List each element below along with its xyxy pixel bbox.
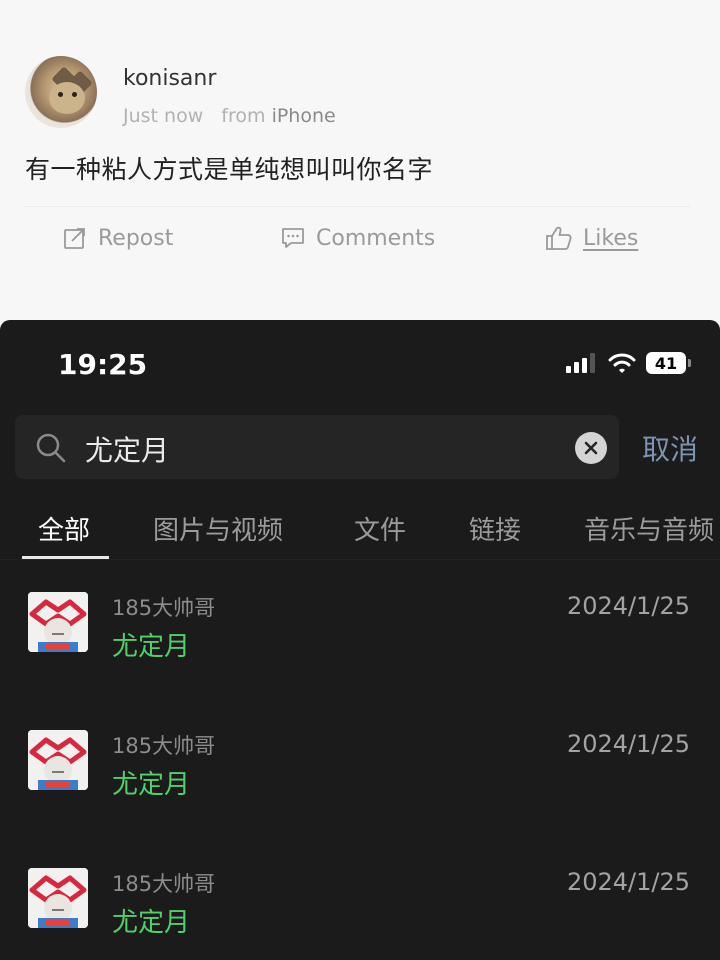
comments-label: Comments [316,225,436,251]
message-match: 尤定月 [112,770,191,800]
post-source-prefix: from [221,105,266,127]
sender-name: 185大帅哥 [112,596,216,620]
sender-avatar [28,592,88,652]
message-match: 尤定月 [112,632,191,662]
username[interactable]: konisanr [123,66,216,91]
filter-tabs: 全部 图片与视频 文件 链接 音乐与音频 [0,510,720,558]
sender-name: 185大帅哥 [112,734,216,758]
post-time: Just now [123,105,204,127]
repost-label: Repost [98,225,174,251]
list-item[interactable]: 185大帅哥 尤定月 2024/1/25 [0,730,720,850]
embedded-phone-screenshot: 19:25 41 尤定月 取消 全部 图片与视频 文件 链接 音乐与音频 185… [0,320,720,960]
cellular-signal-icon [566,353,595,373]
clear-search-button[interactable] [575,432,607,464]
tabs-divider [0,559,720,560]
search-input[interactable]: 尤定月 [15,415,619,479]
thumbs-up-icon [546,226,572,250]
close-icon [584,441,598,455]
search-icon [36,433,66,463]
battery-level: 41 [654,353,678,373]
comments-button[interactable]: Comments [280,222,435,254]
status-time: 19:25 [58,348,148,381]
divider [25,206,690,207]
sender-avatar [28,868,88,928]
repost-button[interactable]: Repost [62,222,173,254]
post-text: 有一种粘人方式是单纯想叫叫你名字 [25,155,434,184]
status-icons: 41 [566,352,691,374]
likes-button[interactable]: Likes [545,222,638,254]
likes-label: Likes [583,225,639,251]
tab-all[interactable]: 全部 [38,510,90,547]
post-meta: Just now from iPhone [123,105,336,127]
message-date: 2024/1/25 [566,592,690,620]
list-item[interactable]: 185大帅哥 尤定月 2024/1/25 [0,592,720,712]
user-avatar[interactable] [25,56,97,128]
tab-files[interactable]: 文件 [354,510,406,547]
message-match: 尤定月 [112,908,191,938]
list-item[interactable]: 185大帅哥 尤定月 2024/1/25 [0,868,720,960]
weibo-post: konisanr Just now from iPhone 有一种粘人方式是单纯… [0,0,720,320]
repost-icon [64,228,85,249]
cancel-button[interactable]: 取消 [642,428,698,468]
sender-avatar [28,730,88,790]
message-date: 2024/1/25 [566,730,690,758]
tab-music-audio[interactable]: 音乐与音频 [584,510,714,547]
message-date: 2024/1/25 [566,868,690,896]
wifi-icon [608,353,636,373]
comment-icon [282,228,304,248]
tab-links[interactable]: 链接 [469,510,521,547]
battery-icon: 41 [646,352,691,374]
sender-name: 185大帅哥 [112,872,216,896]
post-device: iPhone [271,105,336,127]
tab-images-videos[interactable]: 图片与视频 [153,510,283,547]
search-query: 尤定月 [85,434,170,467]
